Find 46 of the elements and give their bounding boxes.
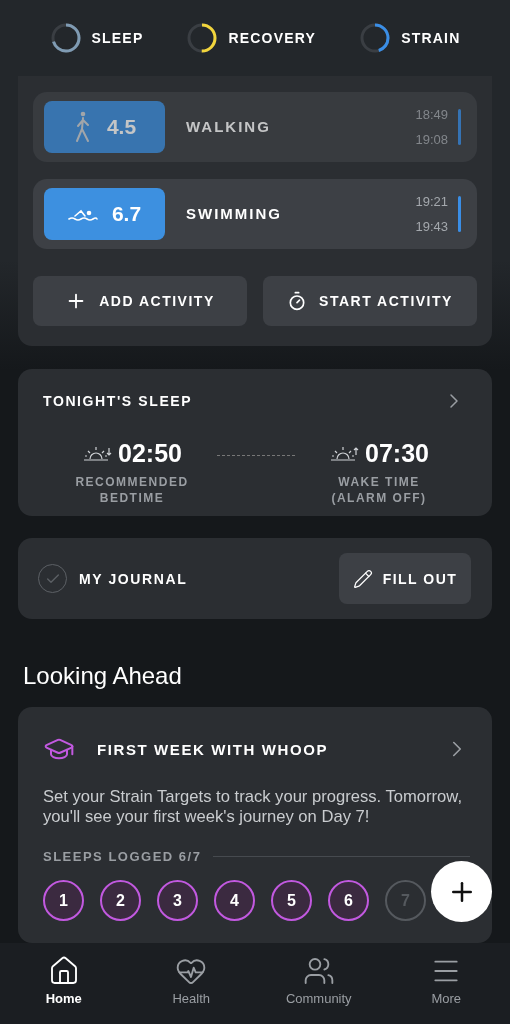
activity-name: SWIMMING [186, 205, 283, 223]
sunset-icon [82, 445, 112, 462]
duration-bar [458, 195, 461, 232]
start-time: 18:49 [415, 106, 448, 122]
day-circle: 4 [214, 880, 255, 922]
nav-tab[interactable]: Home [8, 955, 119, 1015]
end-time: 19:43 [415, 218, 448, 234]
ring-icon [359, 22, 392, 54]
bedtime-label: RECOMMENDED BEDTIME [74, 473, 190, 506]
ring-label: SLEEP [91, 30, 144, 46]
duration-bar [458, 108, 461, 145]
day-circle: 3 [157, 880, 198, 922]
card-title: TONIGHT'S SLEEP [43, 392, 193, 409]
ring-icon [49, 22, 82, 54]
nav-tab[interactable]: More [391, 955, 502, 1015]
card-title: FIRST WEEK WITH WHOOP [97, 740, 330, 758]
activity-name: WALKING [186, 118, 272, 136]
strain-score: 4.5 [106, 114, 137, 139]
start-activity-button[interactable]: START ACTIVITY [263, 275, 477, 326]
sleep-card[interactable]: TONIGHT'S SLEEP 02:50 RECOMMENDED BEDTIME 07:30 WAKE TIME (ALARM OFF) [18, 368, 492, 516]
bedtime-value: 02:50 [118, 438, 182, 468]
day-circle: 5 [271, 880, 312, 922]
end-time: 19:08 [415, 131, 448, 147]
wake-time-value: 07:30 [365, 438, 429, 468]
people-icon [302, 955, 335, 987]
section-title: Looking Ahead [23, 661, 183, 692]
day-circle: 6 [328, 880, 369, 922]
activity-row[interactable]: 6.7 SWIMMING 19:21 19:43 [33, 178, 477, 249]
ring-label: RECOVERY [228, 30, 317, 46]
description-text: Set your Strain Targets to track your progress. Tomorrow, you'll see your first week's journey on Day 7! [43, 787, 463, 828]
fill-out-button[interactable]: FILL OUT [339, 553, 471, 605]
progress-label: SLEEPS LOGGED 6/7 [43, 849, 202, 865]
ring-label: STRAIN [401, 30, 461, 46]
ring-icon [186, 22, 219, 54]
nav-tab[interactable]: Community [263, 955, 374, 1015]
day-circle: 1 [43, 880, 84, 922]
add-activity-button[interactable]: ADD ACTIVITY [33, 275, 247, 326]
day-circle: 2 [100, 880, 141, 922]
pencil-icon [352, 568, 373, 589]
journal-label: MY JOURNAL [79, 570, 188, 587]
strain-score: 6.7 [111, 201, 142, 226]
wake-time-label: WAKE TIME (ALARM OFF) [330, 473, 428, 506]
nav-tab[interactable]: Health [136, 955, 247, 1015]
sunrise-icon [329, 445, 359, 462]
activity-row[interactable]: 4.5 WALKING 18:49 19:08 [33, 91, 477, 162]
start-time: 19:21 [415, 193, 448, 209]
